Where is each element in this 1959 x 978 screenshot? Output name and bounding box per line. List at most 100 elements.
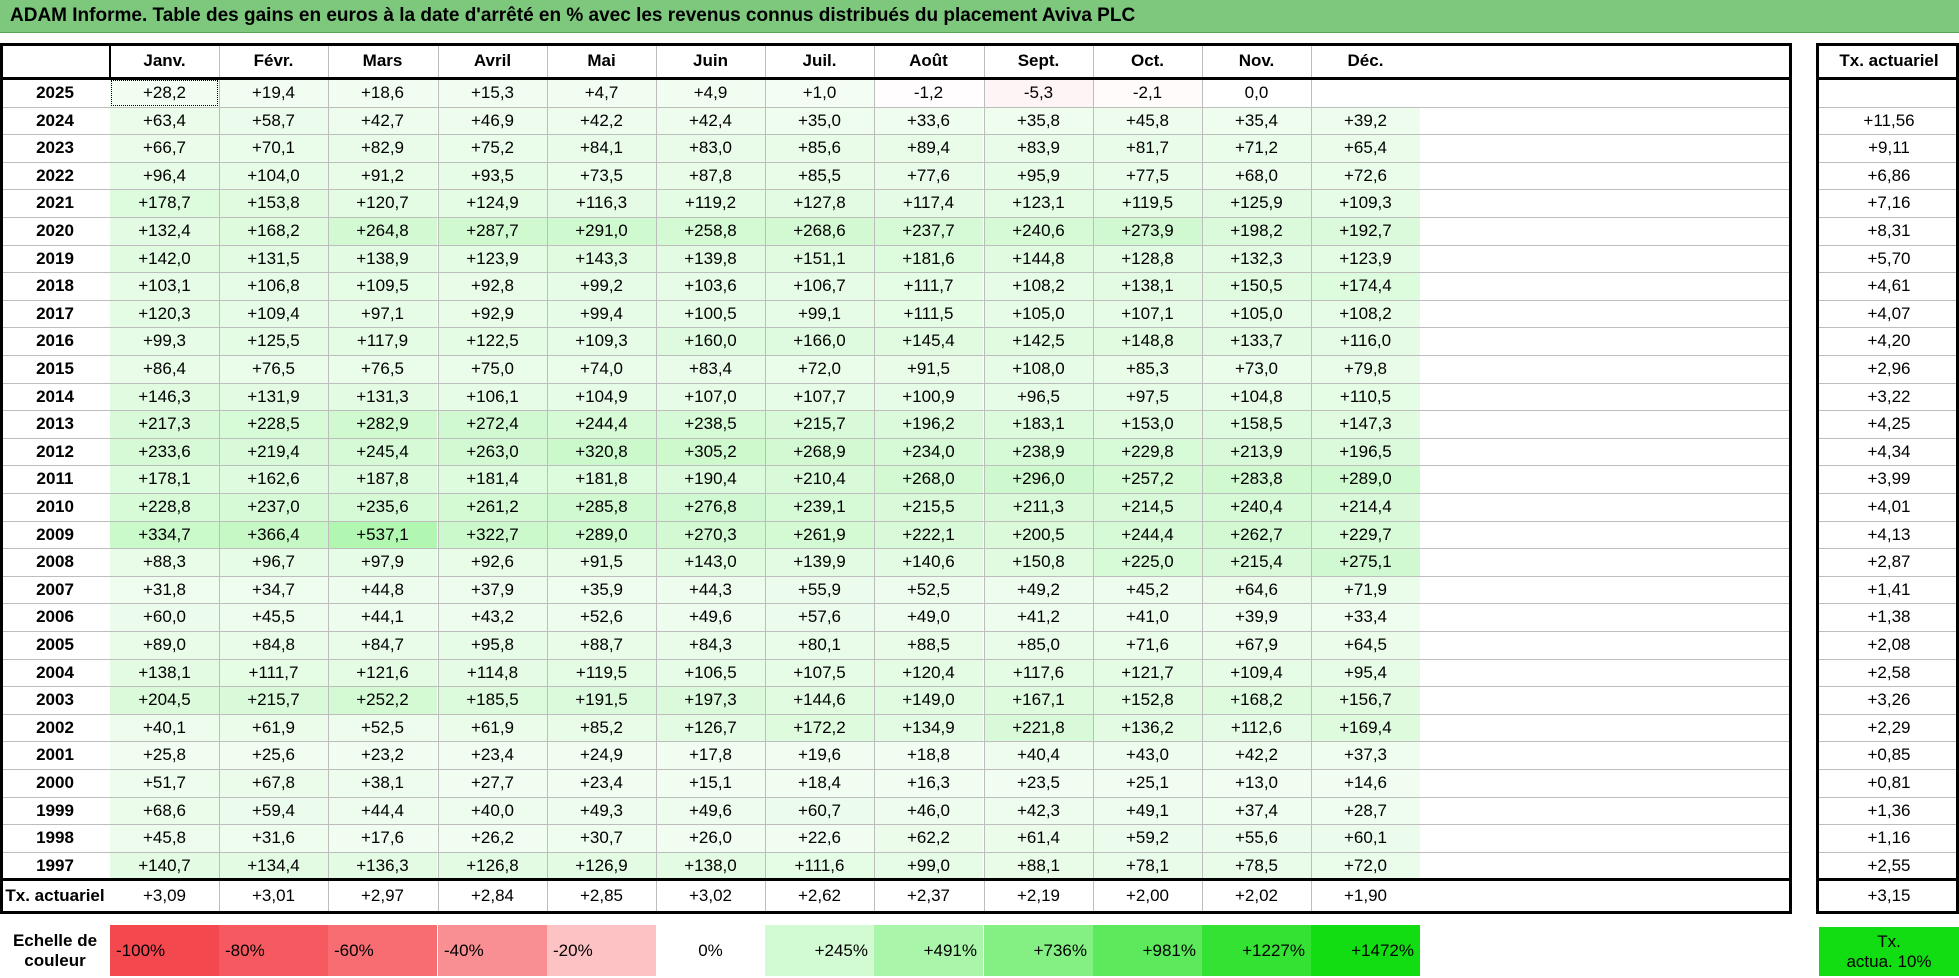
scale-label-line1: Echelle de [12,930,98,950]
table-cell: +117,4 [874,189,983,217]
scale-swatch: -20% [547,925,656,976]
year-label: 2016 [36,331,74,350]
rate-cell: +2,55 [1867,856,1911,875]
table-cell: +268,0 [874,465,983,493]
scale-swatch: -40% [438,925,547,976]
table-cell: +123,1 [984,189,1093,217]
scale-rate-line1: Tx. [1877,931,1901,951]
table-cell: +125,5 [219,327,328,355]
table-cell: +126,8 [438,852,547,880]
year-label: 1997 [36,856,74,875]
table-cell: +19,6 [765,741,874,769]
year-label: 2018 [36,276,74,295]
table-cell: +76,5 [328,355,437,383]
table-cell: +46,9 [438,107,547,135]
table-cell: +71,2 [1202,134,1311,162]
rate-cell: +1,36 [1867,801,1911,820]
rate-cell: +2,87 [1867,552,1911,571]
table-cell: +52,5 [874,576,983,604]
table-cell: +22,6 [765,824,874,852]
table-cell: +38,1 [328,769,437,797]
table-cell: +150,5 [1202,272,1311,300]
table-cell: +44,1 [328,603,437,631]
rate-cell: +2,58 [1867,663,1911,682]
table-cell: +138,1 [1093,272,1202,300]
table-cell: +37,3 [1311,741,1420,769]
table-cell: +191,5 [547,686,656,714]
table-cell: +276,8 [656,493,765,521]
table-cell: +111,5 [874,300,983,328]
table-cell: +238,9 [984,438,1093,466]
table-cell: +61,9 [438,714,547,742]
table-cell: +108,2 [984,272,1093,300]
rate-cell: +0,85 [1867,745,1911,764]
table-cell: +172,2 [765,714,874,742]
table-cell: +105,0 [984,300,1093,328]
table-cell: +77,5 [1093,162,1202,190]
table-cell: +99,4 [547,300,656,328]
table-cell: +88,5 [874,631,983,659]
year-label: 2010 [36,497,74,516]
rate-cell: +7,16 [1867,193,1911,212]
table-cell: +104,9 [547,383,656,411]
table-cell: +13,0 [1202,769,1311,797]
table-cell: +111,7 [219,659,328,687]
rate-cell: +4,01 [1867,497,1911,516]
year-label: 2014 [36,387,74,406]
table-cell: +62,2 [874,824,983,852]
summary-cell: +3,01 [251,886,295,905]
table-cell: +95,8 [438,631,547,659]
year-label: 2002 [36,718,74,737]
table-cell: +99,1 [765,300,874,328]
year-label: 2025 [36,83,74,102]
table-cell: +142,0 [110,245,219,273]
rate-cell: +11,56 [1863,111,1915,130]
table-cell: +262,7 [1202,521,1311,549]
table-cell: +239,1 [765,493,874,521]
year-label: 2001 [36,745,74,764]
table-cell: +128,8 [1093,245,1202,273]
table-cell: +91,5 [547,548,656,576]
table-cell: +237,0 [219,493,328,521]
table-cell: +81,7 [1093,134,1202,162]
table-cell: +136,3 [328,852,437,880]
table-cell: +28,7 [1311,797,1420,825]
table-cell: +92,6 [438,548,547,576]
table-cell: +85,5 [765,162,874,190]
table-cell: +143,0 [656,548,765,576]
month-header: Janv. [143,51,186,70]
summary-cell: +2,84 [470,886,514,905]
table-cell: +287,7 [438,217,547,245]
table-cell: +134,4 [219,852,328,880]
month-header: Oct. [1130,51,1165,70]
table-cell: +124,9 [438,189,547,217]
table-cell: +204,5 [110,686,219,714]
table-cell: +261,2 [438,493,547,521]
table-cell: +233,6 [110,438,219,466]
table-cell: +289,0 [1311,465,1420,493]
table-cell: +103,1 [110,272,219,300]
table-cell: +268,6 [765,217,874,245]
table-cell: +228,8 [110,493,219,521]
table-cell: +51,7 [110,769,219,797]
table-cell: +240,6 [984,217,1093,245]
rate-cell: +4,13 [1867,525,1911,544]
month-header: Mai [587,51,616,70]
table-cell: +35,8 [984,107,1093,135]
table-cell: +197,3 [656,686,765,714]
rate-cell: +5,70 [1867,249,1911,268]
table-cell: +45,8 [1093,107,1202,135]
table-cell: +268,9 [765,438,874,466]
table-cell: +264,8 [328,217,437,245]
table-cell: +15,1 [656,769,765,797]
table-cell: +57,6 [765,603,874,631]
table-cell: +119,5 [547,659,656,687]
table-cell: +112,6 [1202,714,1311,742]
table-cell: +258,8 [656,217,765,245]
table-cell: +76,5 [219,355,328,383]
table-cell: +45,8 [110,824,219,852]
table-cell: +75,2 [438,134,547,162]
rate-cell: +8,31 [1867,221,1911,240]
table-cell: +174,4 [1311,272,1420,300]
month-header: Juil. [802,51,837,70]
